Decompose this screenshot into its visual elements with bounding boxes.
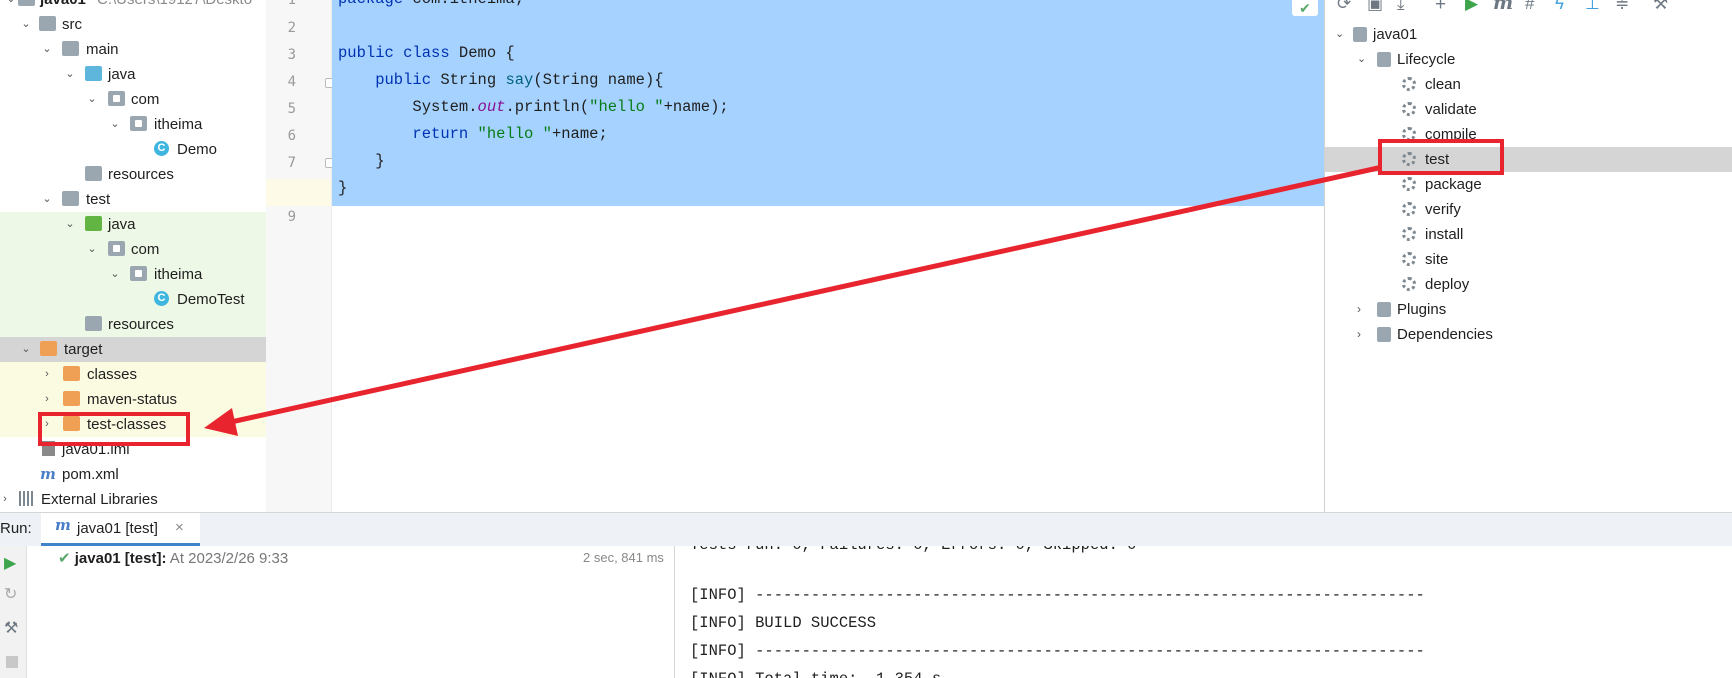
annotation-arrow xyxy=(204,165,1381,436)
annotation-arrow-head xyxy=(204,408,238,436)
annotation-arrow-line xyxy=(219,165,1381,427)
